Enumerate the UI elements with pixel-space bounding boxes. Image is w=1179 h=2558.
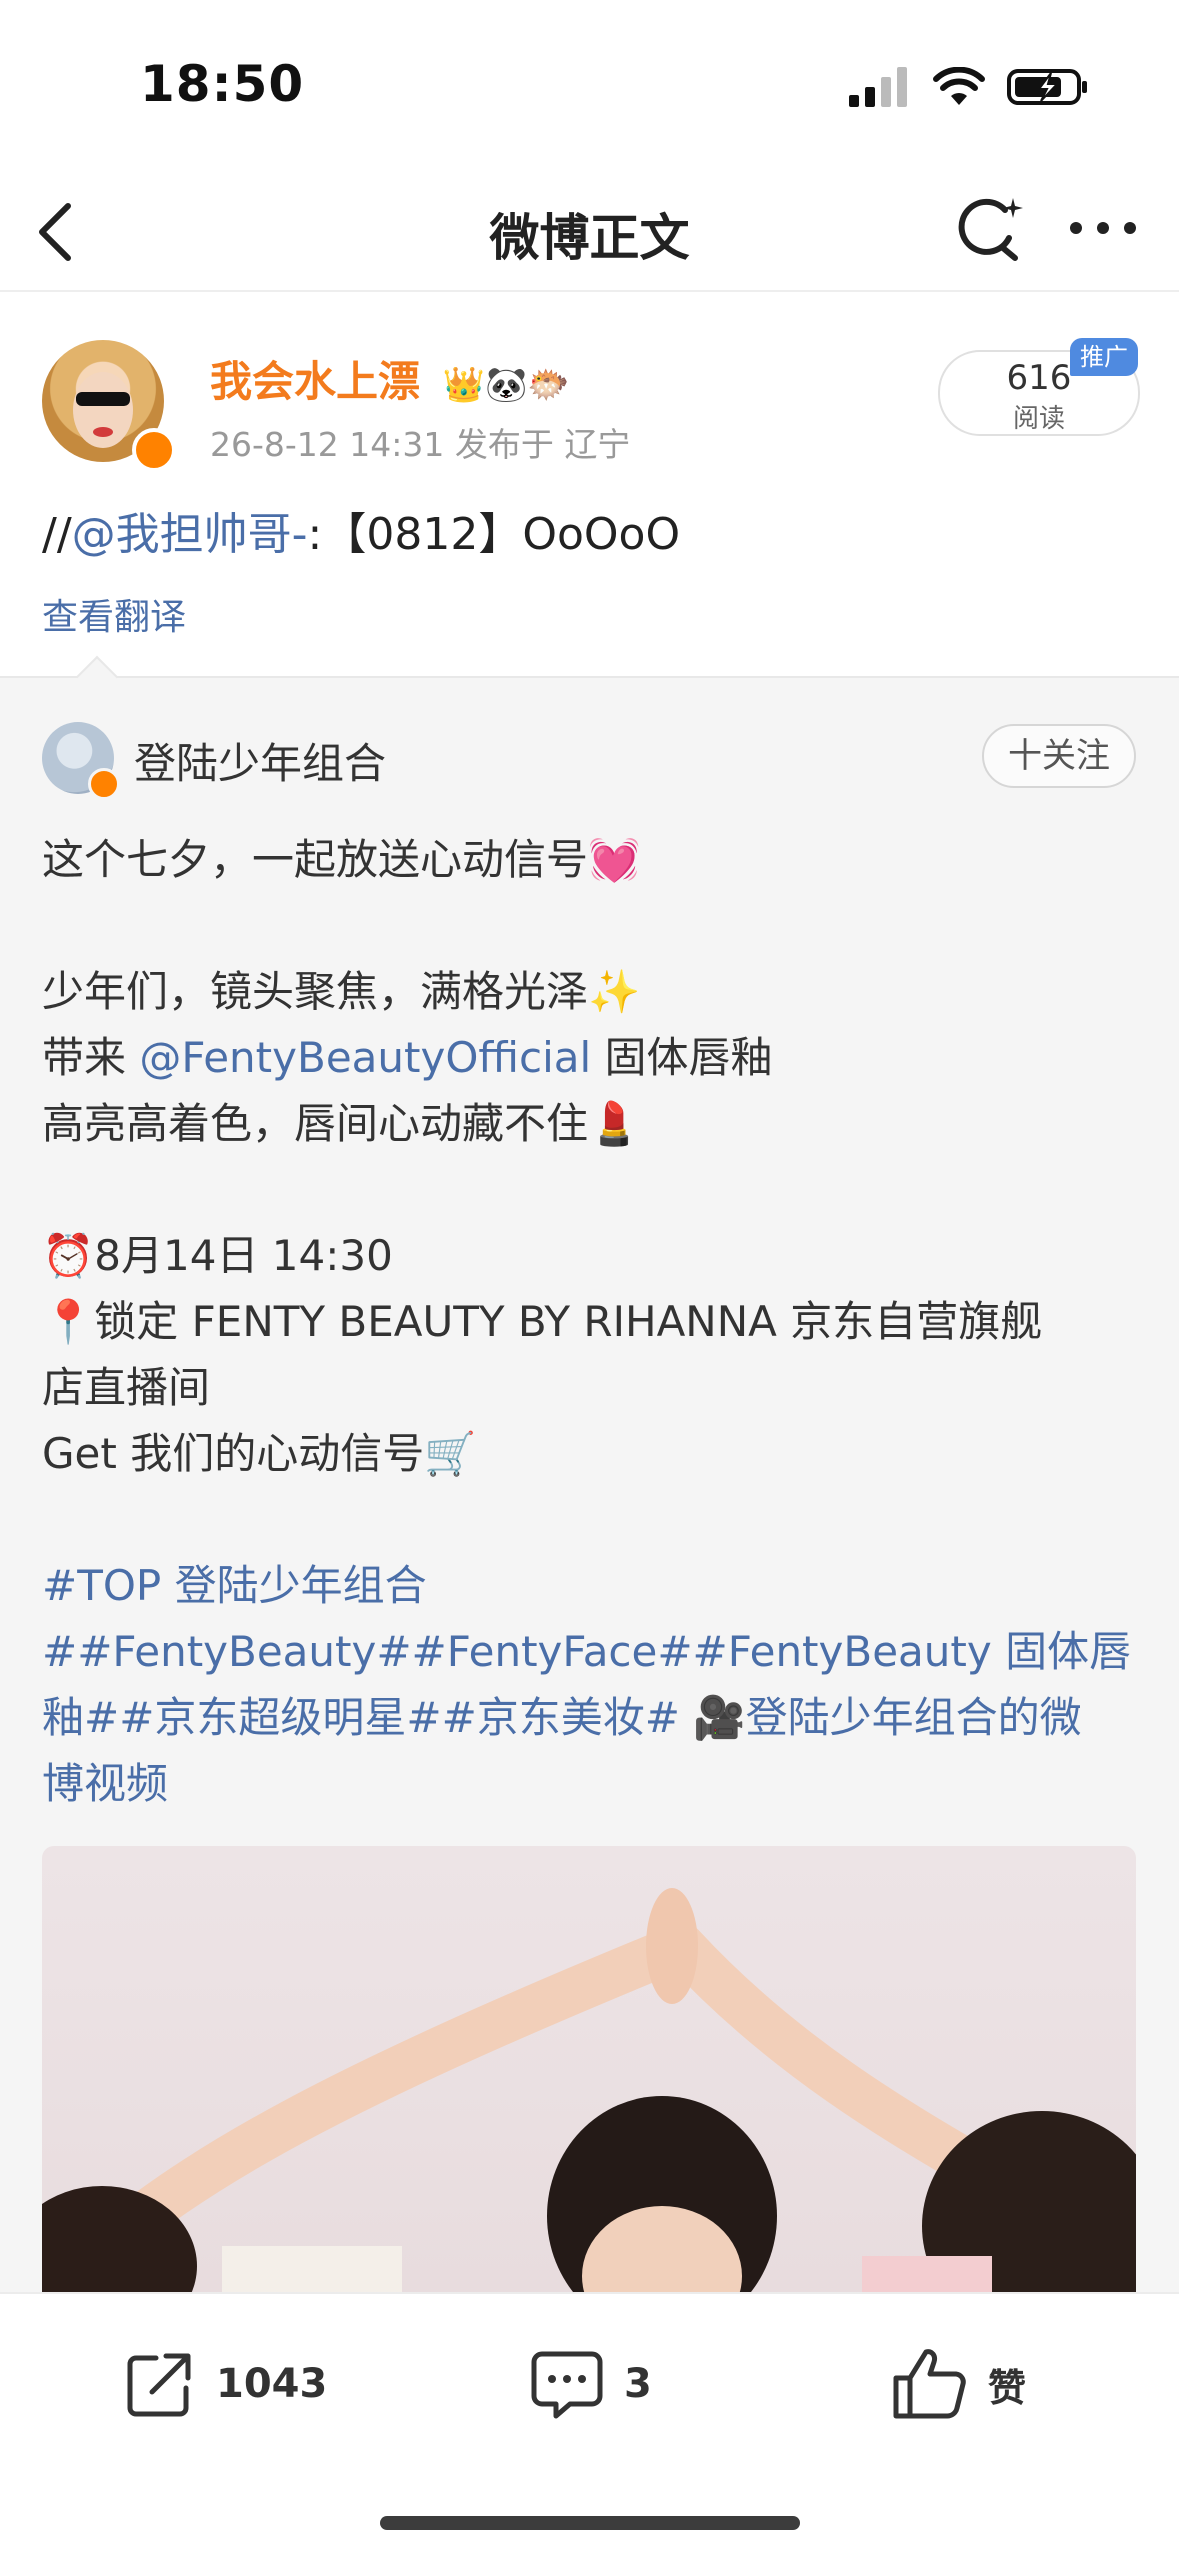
photo-illustration (42, 1888, 1136, 2296)
video-link[interactable]: 博视频 (42, 1750, 168, 1811)
fenty-mention-link[interactable]: @FentyBeautyOfficial (139, 1033, 591, 1082)
repost-count: 1043 (216, 2361, 328, 2407)
repost-verified-badge-icon (88, 768, 120, 800)
hashtag-link[interactable]: 釉##京东超级明星##京东美妆# 🎥登陆少年组合的微 (42, 1684, 1082, 1745)
battery-charging-icon (1007, 69, 1087, 105)
thumbs-up-icon (893, 2349, 966, 2419)
repost-line-text: 固体唇釉 (591, 1033, 773, 1082)
status-icons (849, 62, 1089, 112)
post-meta: 26-8-12 14:31 发布于 辽宁 (210, 425, 631, 464)
promo-badge[interactable]: 推广 (1070, 338, 1138, 376)
like-label: 赞 (988, 2365, 1027, 2410)
hashtag-link[interactable]: ##FentyBeauty##FentyFace##FentyBeauty 固体… (42, 1618, 1131, 1679)
post-photo[interactable] (42, 1846, 1136, 2296)
repost-line-text: 带来 (42, 1033, 140, 1082)
username[interactable]: 我会水上漂 👑🐼🐡 (210, 348, 570, 409)
username-text: 我会水上漂 (210, 357, 421, 406)
comment-button[interactable]: 3 (528, 2344, 652, 2424)
hashtag-link[interactable]: #TOP 登陆少年组合 (42, 1552, 427, 1613)
follow-button[interactable]: 十关注 (982, 724, 1136, 788)
translate-link[interactable]: 查看翻译 (42, 588, 186, 640)
emoji-badges: 👑🐼🐡 (442, 365, 570, 405)
share-icon (127, 2353, 191, 2417)
home-indicator[interactable] (380, 2516, 800, 2530)
more-options-icon[interactable] (1068, 218, 1138, 238)
repost-line: 高亮高着色，唇间心动藏不住💄 (42, 1099, 641, 1148)
verified-badge-icon (132, 428, 176, 472)
comment-count: 3 (624, 2361, 652, 2407)
repost-line: ⏰8月14日 14:30 (42, 1231, 393, 1280)
repost-line: 这个七夕，一起放送心动信号💓 (42, 835, 641, 884)
like-button[interactable]: 赞 (890, 2344, 1026, 2424)
repost-line: 店直播间 (42, 1363, 211, 1412)
repost-line: 📍锁定 FENTY BEAUTY BY RIHANNA 京东自营旗舰 (42, 1297, 1043, 1346)
read-label: 阅读 (1012, 404, 1065, 434)
repost-author-name[interactable]: 登陆少年组合 (134, 730, 386, 791)
post-text: //@我担帅哥-:【0812】OoOoO (42, 498, 680, 562)
repost-line: Get 我们的心动信号🛒 (42, 1429, 477, 1478)
repost-line: 少年们，镜头聚焦，满格光泽✨ (42, 967, 641, 1016)
mention-link[interactable]: @我担帅哥- (72, 509, 308, 560)
refresh-share-icon[interactable] (955, 194, 1025, 264)
cellular-signal-icon (849, 67, 907, 107)
repost-line: 带来 @FentyBeautyOfficial 固体唇釉 (42, 1024, 773, 1085)
nav-bar: 微博正文 (0, 170, 1179, 292)
post-text-prefix: // (42, 509, 72, 560)
post-text-rest: :【0812】OoOoO (307, 509, 681, 560)
status-time: 18:50 (140, 55, 305, 113)
comment-icon (531, 2351, 603, 2419)
wifi-icon (933, 67, 985, 105)
repost-button[interactable]: 1043 (122, 2344, 327, 2424)
